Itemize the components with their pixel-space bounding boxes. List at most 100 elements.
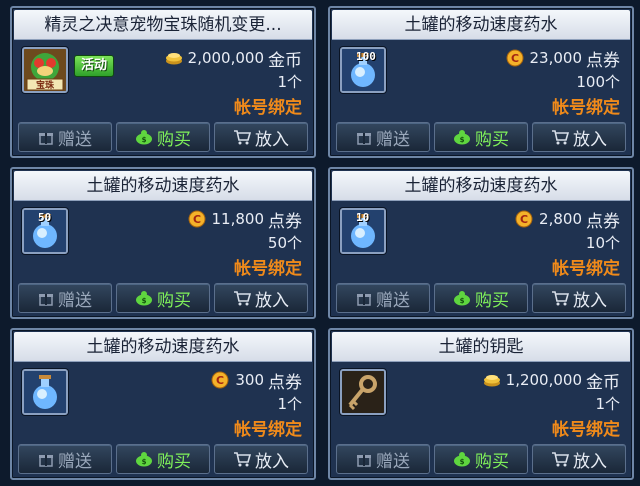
gift-label: 赠送 bbox=[376, 451, 410, 472]
gift-button[interactable]: 赠送 bbox=[336, 122, 430, 152]
gift-label: 赠送 bbox=[58, 451, 92, 472]
gift-icon bbox=[357, 455, 371, 467]
buy-button[interactable]: $ 购买 bbox=[434, 122, 528, 152]
item-count: 50个 bbox=[267, 234, 302, 252]
item-title: 土罐的移动速度药水 bbox=[14, 171, 312, 201]
item-count: 1个 bbox=[277, 73, 302, 91]
gift-button[interactable]: 赠送 bbox=[18, 122, 112, 152]
cart-label: 放入 bbox=[573, 451, 607, 472]
svg-text:C: C bbox=[520, 213, 528, 226]
cart-button[interactable]: 放入 bbox=[532, 283, 626, 313]
cart-button[interactable]: 放入 bbox=[532, 122, 626, 152]
shop-item-card: 土罐的移动速度药水 50 C 11,800 点券 50个 帐号绑定 赠送 $ 购… bbox=[10, 167, 316, 319]
gift-button[interactable]: 赠送 bbox=[336, 283, 430, 313]
account-bind-label: 帐号绑定 bbox=[552, 98, 620, 118]
gift-label: 赠送 bbox=[58, 129, 92, 150]
speed-potion-icon[interactable]: 100 bbox=[340, 47, 386, 93]
price-row: C 300 点券 bbox=[209, 369, 302, 393]
cart-icon bbox=[234, 452, 251, 467]
cart-button[interactable]: 放入 bbox=[214, 122, 308, 152]
cart-label: 放入 bbox=[255, 451, 289, 472]
svg-text:C: C bbox=[216, 374, 224, 387]
buy-label: 购买 bbox=[157, 451, 191, 472]
money-bag-icon: $ bbox=[454, 130, 470, 145]
gift-button[interactable]: 赠送 bbox=[18, 283, 112, 313]
svg-text:$: $ bbox=[460, 458, 465, 466]
cera-point-icon: C bbox=[188, 210, 205, 228]
gold-coin-icon bbox=[483, 375, 500, 387]
money-bag-icon: $ bbox=[454, 452, 470, 467]
cart-label: 放入 bbox=[255, 129, 289, 150]
cart-icon bbox=[552, 452, 569, 467]
svg-text:$: $ bbox=[142, 458, 147, 466]
item-title: 土罐的钥匙 bbox=[332, 332, 630, 362]
buy-label: 购买 bbox=[475, 129, 509, 150]
gift-icon bbox=[39, 455, 53, 467]
buy-button[interactable]: $ 购买 bbox=[116, 122, 210, 152]
svg-text:C: C bbox=[510, 52, 518, 65]
shop-item-card: 土罐的移动速度药水 100 C 23,000 点券 100个 帐号绑定 赠送 $… bbox=[328, 6, 634, 158]
gift-icon bbox=[39, 133, 53, 145]
gift-icon bbox=[39, 294, 53, 306]
speed-potion-icon[interactable]: 10 bbox=[340, 208, 386, 254]
gift-label: 赠送 bbox=[376, 290, 410, 311]
currency-label: 点券 bbox=[268, 211, 302, 232]
price-value: 300 bbox=[235, 371, 264, 389]
account-bind-label: 帐号绑定 bbox=[552, 420, 620, 440]
gift-label: 赠送 bbox=[58, 290, 92, 311]
price-row: 2,000,000 金币 bbox=[164, 47, 302, 71]
price-row: C 23,000 点券 bbox=[504, 47, 620, 71]
price-value: 2,000,000 bbox=[187, 49, 264, 67]
gift-button[interactable]: 赠送 bbox=[336, 444, 430, 474]
buy-label: 购买 bbox=[157, 290, 191, 311]
buy-button[interactable]: $ 购买 bbox=[116, 444, 210, 474]
price-row: C 11,800 点券 bbox=[186, 208, 302, 232]
price-row: 1,200,000 金币 bbox=[482, 369, 620, 393]
cart-label: 放入 bbox=[573, 129, 607, 150]
item-count: 100个 bbox=[576, 73, 620, 91]
price-row: C 2,800 点券 bbox=[513, 208, 620, 232]
currency-label: 点券 bbox=[268, 372, 302, 393]
shop-item-grid: 精灵之决意宠物宝珠随机变更... 宝珠 活动 2,000,000 金币 1个 帐… bbox=[0, 0, 640, 486]
buy-button[interactable]: $ 购买 bbox=[116, 283, 210, 313]
cart-button[interactable]: 放入 bbox=[214, 283, 308, 313]
item-count: 10个 bbox=[585, 234, 620, 252]
price-value: 11,800 bbox=[211, 210, 265, 228]
gift-icon bbox=[357, 133, 371, 145]
speed-potion-icon[interactable]: 50 bbox=[22, 208, 68, 254]
money-bag-icon: $ bbox=[454, 291, 470, 306]
cart-button[interactable]: 放入 bbox=[532, 444, 626, 474]
shop-item-card: 土罐的钥匙 1,200,000 金币 1个 帐号绑定 赠送 $ 购买 放入 bbox=[328, 328, 634, 480]
svg-text:$: $ bbox=[142, 297, 147, 305]
price-value: 2,800 bbox=[539, 210, 582, 228]
cart-icon bbox=[234, 130, 251, 145]
account-bind-label: 帐号绑定 bbox=[234, 420, 302, 440]
cart-icon bbox=[552, 291, 569, 306]
key-icon[interactable] bbox=[340, 369, 386, 415]
currency-label: 点券 bbox=[586, 211, 620, 232]
speed-potion-icon[interactable] bbox=[22, 369, 68, 415]
cart-label: 放入 bbox=[255, 290, 289, 311]
cart-icon bbox=[552, 130, 569, 145]
svg-text:$: $ bbox=[142, 136, 147, 144]
quantity-label: 100 bbox=[356, 50, 376, 63]
shop-item-card: 土罐的移动速度药水 C 300 点券 1个 帐号绑定 赠送 $ 购买 放入 bbox=[10, 328, 316, 480]
account-bind-label: 帐号绑定 bbox=[234, 259, 302, 279]
price-value: 23,000 bbox=[529, 49, 583, 67]
item-title: 土罐的移动速度药水 bbox=[332, 10, 630, 40]
gift-icon bbox=[357, 294, 371, 306]
svg-text:宝珠: 宝珠 bbox=[36, 79, 55, 91]
cart-button[interactable]: 放入 bbox=[214, 444, 308, 474]
cera-point-icon: C bbox=[506, 49, 523, 67]
svg-text:C: C bbox=[192, 213, 200, 226]
account-bind-label: 帐号绑定 bbox=[552, 259, 620, 279]
gift-button[interactable]: 赠送 bbox=[18, 444, 112, 474]
item-count: 1个 bbox=[595, 395, 620, 413]
item-title: 精灵之决意宠物宝珠随机变更... bbox=[14, 10, 312, 40]
buy-label: 购买 bbox=[475, 290, 509, 311]
buy-button[interactable]: $ 购买 bbox=[434, 444, 528, 474]
buy-button[interactable]: $ 购买 bbox=[434, 283, 528, 313]
cera-point-icon: C bbox=[211, 371, 229, 389]
item-title: 土罐的移动速度药水 bbox=[14, 332, 312, 362]
pet-orb-icon[interactable]: 宝珠 bbox=[22, 47, 68, 93]
